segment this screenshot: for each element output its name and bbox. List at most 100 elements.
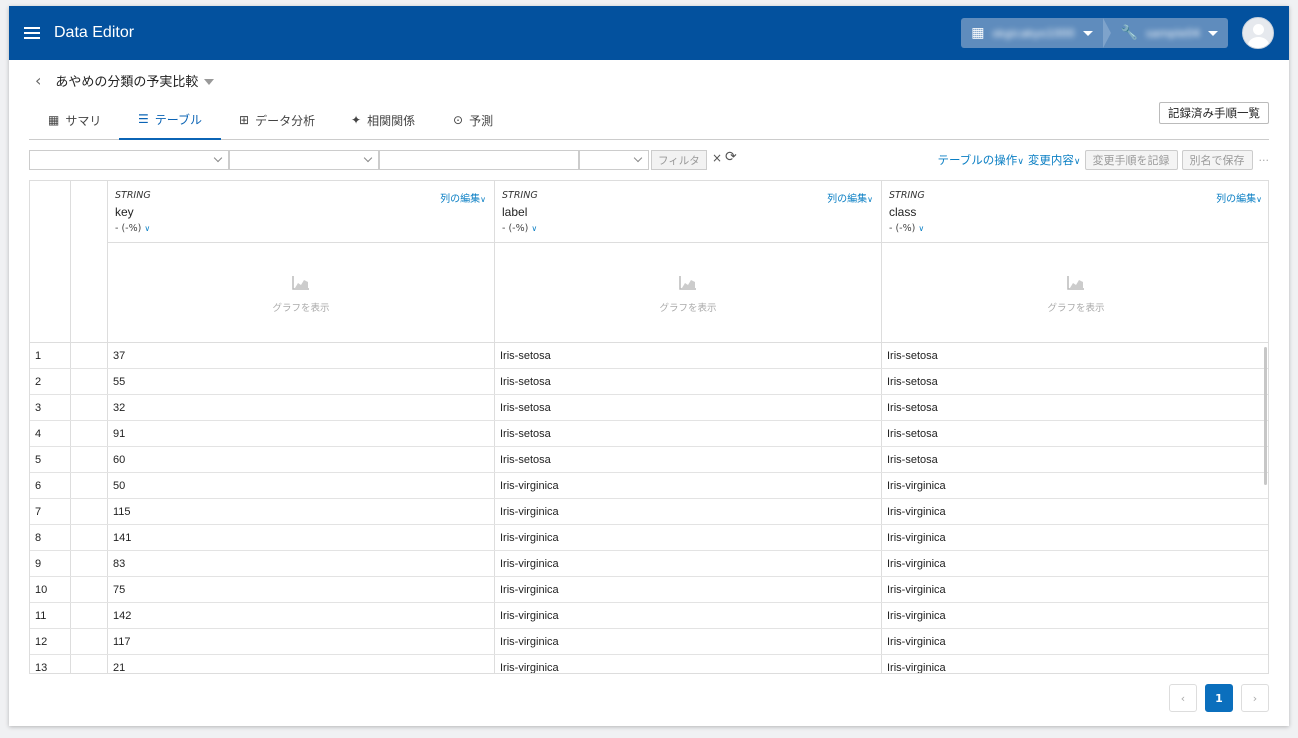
cell-key[interactable]: 21	[108, 655, 125, 673]
cell-label[interactable]: Iris-setosa	[495, 395, 551, 421]
cell-label[interactable]: Iris-virginica	[495, 577, 559, 603]
cell-key[interactable]: 55	[108, 369, 125, 395]
column-stat[interactable]: - (-%) ∨	[502, 223, 537, 234]
chart-icon	[292, 276, 309, 290]
edit-column-link[interactable]: 列の編集∨	[827, 190, 873, 205]
filter-column-select[interactable]	[29, 150, 229, 170]
menu-icon[interactable]	[24, 27, 40, 39]
row-number: 2	[35, 376, 42, 388]
chevron-down-icon: ∨	[531, 224, 538, 233]
cell-class[interactable]: Iris-virginica	[882, 655, 946, 673]
cell-class[interactable]: Iris-virginica	[882, 551, 946, 577]
table-row[interactable]: 10 75 Iris-virginica Iris-virginica	[30, 577, 1268, 603]
table-row[interactable]: 4 91 Iris-setosa Iris-setosa	[30, 421, 1268, 447]
cell-label[interactable]: Iris-setosa	[495, 369, 551, 395]
cell-label[interactable]: Iris-virginica	[495, 499, 559, 525]
cell-class[interactable]: Iris-virginica	[882, 629, 946, 655]
chevron-down-icon: ∨	[480, 195, 486, 204]
project-selector[interactable]: 🔧 sample04	[1111, 18, 1228, 48]
cell-label[interactable]: Iris-setosa	[495, 343, 551, 369]
cell-key[interactable]: 115	[108, 499, 131, 525]
refresh-icon[interactable]: ⟳	[725, 149, 737, 165]
tab-correlation[interactable]: ✦ 相関関係	[351, 100, 415, 140]
cell-label[interactable]: Iris-setosa	[495, 447, 551, 473]
table-ops-menu[interactable]: テーブルの操作∨	[938, 152, 1024, 168]
edit-column-link[interactable]: 列の編集∨	[1216, 190, 1262, 205]
filter-operator-select[interactable]	[229, 150, 379, 170]
edit-column-link[interactable]: 列の編集∨	[440, 190, 486, 205]
chart-icon	[679, 276, 696, 290]
cell-label[interactable]: Iris-virginica	[495, 629, 559, 655]
cell-label[interactable]: Iris-virginica	[495, 603, 559, 629]
cell-class[interactable]: Iris-virginica	[882, 473, 946, 499]
table-row[interactable]: 7 115 Iris-virginica Iris-virginica	[30, 499, 1268, 525]
cell-class[interactable]: Iris-setosa	[882, 421, 938, 447]
tab-data-analysis[interactable]: ⊞ データ分析	[239, 100, 315, 140]
cell-label[interactable]: Iris-virginica	[495, 473, 559, 499]
cell-key[interactable]: 37	[108, 343, 125, 369]
cell-key[interactable]: 142	[108, 603, 131, 629]
avatar[interactable]	[1242, 17, 1274, 49]
recorded-steps-button[interactable]: 記録済み手順一覧	[1159, 102, 1269, 124]
show-chart-area[interactable]: グラフを表示	[108, 242, 494, 343]
cell-key[interactable]: 83	[108, 551, 125, 577]
cell-key[interactable]: 60	[108, 447, 125, 473]
show-chart-label: グラフを表示	[272, 303, 330, 314]
cell-label[interactable]: Iris-virginica	[495, 655, 559, 673]
cell-key[interactable]: 32	[108, 395, 125, 421]
table-row[interactable]: 6 50 Iris-virginica Iris-virginica	[30, 473, 1268, 499]
save-as-button[interactable]: 別名で保存	[1181, 150, 1253, 170]
cell-key[interactable]: 75	[108, 577, 125, 603]
tab-summary[interactable]: ▦ サマリ	[48, 100, 101, 140]
tab-table[interactable]: ☰ テーブル	[119, 100, 221, 140]
column-stat[interactable]: - (-%) ∨	[889, 223, 924, 234]
next-page-button[interactable]: ›	[1241, 684, 1269, 712]
cell-label[interactable]: Iris-setosa	[495, 421, 551, 447]
cell-class[interactable]: Iris-virginica	[882, 499, 946, 525]
row-number: 4	[35, 428, 42, 440]
table-row[interactable]: 13 21 Iris-virginica Iris-virginica	[30, 655, 1268, 673]
org-selector[interactable]: ▦ skgicakyo1000	[961, 18, 1102, 48]
back-icon[interactable]: ‹	[35, 71, 41, 90]
cell-key[interactable]: 117	[108, 629, 131, 655]
cell-class[interactable]: Iris-setosa	[882, 369, 938, 395]
clear-filter-icon[interactable]: ×	[712, 151, 722, 165]
cell-label[interactable]: Iris-virginica	[495, 525, 559, 551]
cell-label[interactable]: Iris-virginica	[495, 551, 559, 577]
page-1-button[interactable]: 1	[1205, 684, 1233, 712]
vertical-scrollbar[interactable]	[1264, 347, 1267, 485]
filter-button[interactable]: フィルタ	[651, 150, 707, 170]
cell-key[interactable]: 141	[108, 525, 131, 551]
column-stat-value: - (-%)	[889, 223, 916, 234]
cell-class[interactable]: Iris-virginica	[882, 525, 946, 551]
cell-class[interactable]: Iris-setosa	[882, 395, 938, 421]
record-changes-button[interactable]: 変更手順を記録	[1084, 150, 1178, 170]
more-icon[interactable]: ···	[1259, 154, 1270, 167]
table-row[interactable]: 3 32 Iris-setosa Iris-setosa	[30, 395, 1268, 421]
table-row[interactable]: 9 83 Iris-virginica Iris-virginica	[30, 551, 1268, 577]
title-dropdown-icon[interactable]	[204, 78, 215, 85]
grid-icon: ▦	[48, 113, 60, 127]
cell-class[interactable]: Iris-virginica	[882, 577, 946, 603]
table-operations: テーブルの操作∨ 変更内容∨ 変更手順を記録 別名で保存 ···	[938, 148, 1270, 172]
table-row[interactable]: 5 60 Iris-setosa Iris-setosa	[30, 447, 1268, 473]
table-row[interactable]: 1 37 Iris-setosa Iris-setosa	[30, 343, 1268, 369]
table-row[interactable]: 12 117 Iris-virginica Iris-virginica	[30, 629, 1268, 655]
show-chart-area[interactable]: グラフを表示	[882, 242, 1268, 343]
show-chart-area[interactable]: グラフを表示	[495, 242, 881, 343]
filter-condition-select[interactable]	[579, 150, 649, 170]
cell-key[interactable]: 91	[108, 421, 125, 447]
column-header-label: STRING 列の編集∨ label - (-%) ∨ グラフを表示	[495, 181, 881, 343]
cell-class[interactable]: Iris-setosa	[882, 447, 938, 473]
column-stat[interactable]: - (-%) ∨	[115, 223, 150, 234]
cell-class[interactable]: Iris-setosa	[882, 343, 938, 369]
prev-page-button[interactable]: ‹	[1169, 684, 1197, 712]
table-row[interactable]: 2 55 Iris-setosa Iris-setosa	[30, 369, 1268, 395]
filter-value-input[interactable]	[379, 150, 579, 170]
changes-menu[interactable]: 変更内容∨	[1028, 152, 1081, 168]
tab-prediction[interactable]: ⊙ 予測	[453, 100, 493, 140]
cell-class[interactable]: Iris-virginica	[882, 603, 946, 629]
table-row[interactable]: 8 141 Iris-virginica Iris-virginica	[30, 525, 1268, 551]
table-row[interactable]: 11 142 Iris-virginica Iris-virginica	[30, 603, 1268, 629]
cell-key[interactable]: 50	[108, 473, 125, 499]
